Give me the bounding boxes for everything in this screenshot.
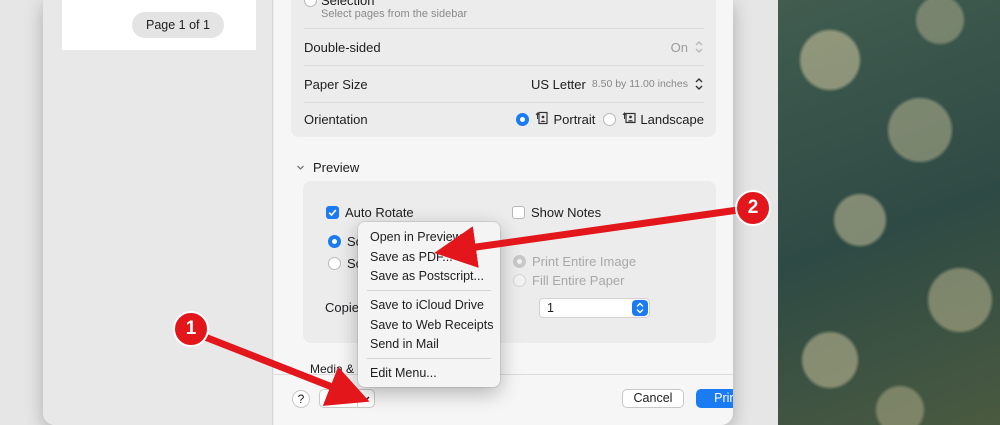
- chevron-down-icon: [297, 165, 304, 170]
- preview-section-title: Preview: [313, 160, 360, 175]
- preview-section-header[interactable]: Preview: [296, 160, 359, 175]
- checkbox-unchecked-icon: [512, 206, 525, 219]
- page-indicator: Page 1 of 1: [132, 12, 224, 38]
- footer-divider: [274, 374, 733, 375]
- menu-item-save-as-postscript[interactable]: Save as Postscript...: [370, 269, 484, 283]
- orientation-row: Orientation Portrait Landscape: [304, 101, 704, 137]
- menu-separator: [367, 358, 491, 359]
- fill-entire-paper-label: Fill Entire Paper: [532, 273, 625, 288]
- menu-item-open-in-preview[interactable]: Open in Preview: [370, 230, 462, 244]
- options-group: Selection Select pages from the sidebar …: [291, 0, 716, 137]
- menu-item-edit-menu[interactable]: Edit Menu...: [370, 366, 437, 380]
- show-notes-label: Show Notes: [531, 205, 602, 220]
- page-thumbnail[interactable]: Page 1 of 1: [62, 0, 256, 50]
- paper-size-dims: 8.50 by 11.00 inches: [591, 78, 688, 90]
- step-badge-1: 1: [173, 311, 209, 347]
- selection-label: Selection: [321, 0, 375, 8]
- selection-radio[interactable]: [304, 0, 317, 7]
- pdf-menu-button[interactable]: PDF: [319, 389, 375, 408]
- portrait-radio-circle: [516, 112, 530, 126]
- radio-disabled-icon: [513, 255, 526, 268]
- paper-size-row: Paper Size US Letter 8.50 by 11.00 inche…: [304, 66, 704, 102]
- pdf-button-label: PDF: [329, 392, 353, 406]
- radio-disabled-icon: [513, 274, 526, 287]
- copies-value: 1: [547, 301, 554, 315]
- double-sided-value: On: [670, 39, 688, 55]
- print-entire-image-label: Print Entire Image: [532, 254, 637, 269]
- copies-stepper[interactable]: [632, 300, 648, 316]
- help-button[interactable]: ?: [292, 390, 310, 408]
- up-down-chevron-icon: [694, 77, 704, 91]
- radio-unselected-icon: [328, 257, 341, 270]
- double-sided-label: Double-sided: [304, 39, 381, 55]
- print-entire-image-radio[interactable]: Print Entire Image: [513, 254, 636, 269]
- landscape-radio[interactable]: Landscape: [603, 111, 704, 128]
- paper-size-value: US Letter: [530, 76, 586, 92]
- landscape-label: Landscape: [640, 111, 704, 127]
- menu-item-send-in-mail[interactable]: Send in Mail: [370, 337, 439, 351]
- up-down-chevron-icon: [636, 302, 644, 314]
- chevron-down-icon[interactable]: [357, 390, 374, 407]
- pdf-dropdown-menu: Open in Preview Save as PDF... Save as P…: [358, 222, 500, 387]
- step-badge-2: 2: [735, 190, 771, 226]
- double-sided-popup[interactable]: On: [671, 40, 704, 55]
- selection-hint: Select pages from the sidebar: [321, 8, 468, 20]
- menu-item-save-to-icloud-drive[interactable]: Save to iCloud Drive: [370, 298, 484, 312]
- menu-item-save-to-web-receipts[interactable]: Save to Web Receipts: [370, 318, 493, 332]
- orientation-label: Orientation: [304, 111, 368, 127]
- paper-size-popup[interactable]: US Letter 8.50 by 11.00 inches: [531, 77, 704, 92]
- paper-size-label: Paper Size: [304, 76, 368, 92]
- landscape-icon: [622, 111, 636, 128]
- menu-separator: [367, 290, 491, 291]
- up-down-chevron-icon: [694, 40, 704, 54]
- portrait-radio[interactable]: Portrait: [516, 111, 595, 128]
- menu-item-save-as-pdf[interactable]: Save as PDF...: [370, 250, 453, 264]
- print-button[interactable]: Print: [696, 389, 733, 408]
- print-options: Selection Select pages from the sidebar …: [274, 0, 733, 425]
- double-sided-row: Double-sided On: [304, 29, 704, 65]
- auto-rotate-label: Auto Rotate: [345, 205, 414, 220]
- show-notes-checkbox[interactable]: Show Notes: [512, 205, 601, 220]
- copies-field[interactable]: 1: [539, 298, 650, 318]
- auto-rotate-checkbox[interactable]: Auto Rotate: [326, 205, 414, 220]
- checkbox-checked-icon: [326, 206, 339, 219]
- landscape-radio-circle: [603, 112, 617, 126]
- cancel-button[interactable]: Cancel: [622, 389, 684, 408]
- portrait-label: Portrait: [553, 111, 596, 127]
- selection-radio-circle: [304, 0, 317, 7]
- page-sidebar: Page 1 of 1: [43, 0, 273, 425]
- portrait-icon: [535, 111, 549, 128]
- radio-selected-icon: [328, 235, 341, 248]
- fill-entire-paper-radio[interactable]: Fill Entire Paper: [513, 273, 624, 288]
